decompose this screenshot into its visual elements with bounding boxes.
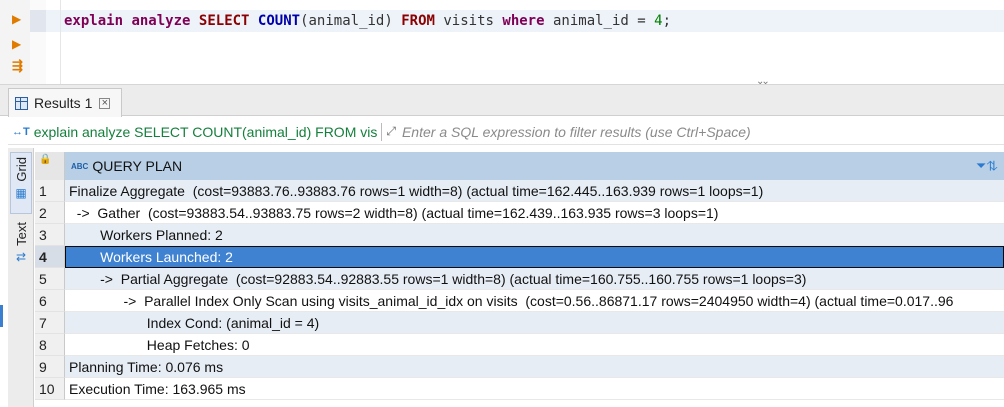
table-row[interactable]: 5 -> Partial Aggregate (cost=92883.54..9… — [35, 268, 1004, 290]
sql-source-icon: ↔T — [12, 125, 30, 138]
text-type-icon: ABC — [71, 161, 89, 171]
source-query-label[interactable]: explain analyze SELECT COUNT(animal_id) … — [34, 124, 378, 140]
tab-text-label: Text — [13, 222, 29, 246]
row-number[interactable]: 3 — [35, 224, 65, 246]
query-plan-cell[interactable]: Planning Time: 0.076 ms — [65, 356, 1004, 378]
expand-icon[interactable]: ⤢ — [386, 124, 396, 139]
row-number[interactable]: 8 — [35, 334, 65, 356]
row-number[interactable]: 1 — [35, 180, 65, 202]
execute-in-new-tab-icon[interactable]: ▶ — [12, 38, 21, 50]
table-icon — [15, 96, 28, 110]
sql-token: visits — [434, 13, 503, 29]
sql-token: SELECT — [198, 13, 250, 29]
editor-divider — [60, 0, 61, 84]
table-row[interactable]: 4 Workers Launched: 2 — [35, 246, 1004, 268]
table-row[interactable]: 8 Heap Fetches: 0 — [35, 334, 1004, 356]
sql-token: COUNT — [257, 13, 301, 29]
grid-header: 🔒 ABC QUERY PLAN ⏷⇅ — [35, 152, 1004, 180]
grid-corner[interactable]: 🔒 — [35, 152, 65, 180]
results-tab-bar: Results 1 × — [0, 84, 1004, 117]
query-plan-cell[interactable]: Index Cond: (animal_id = 4) — [65, 312, 1004, 334]
table-row[interactable]: 7 Index Cond: (animal_id = 4) — [35, 312, 1004, 334]
sql-token: 4 — [654, 13, 663, 29]
close-icon[interactable]: × — [99, 97, 111, 109]
query-plan-cell[interactable]: -> Partial Aggregate (cost=92883.54..928… — [65, 268, 1004, 290]
row-number[interactable]: 2 — [35, 202, 65, 224]
table-row[interactable]: 1 Finalize Aggregate (cost=93883.76..9388… — [35, 180, 1004, 202]
row-number[interactable]: 6 — [35, 290, 65, 312]
table-row[interactable]: 3 Workers Planned: 2 — [35, 224, 1004, 246]
sql-token: explain — [64, 13, 124, 29]
sql-token: (animal_id) — [300, 13, 402, 29]
table-row[interactable]: 9 Planning Time: 0.076 ms — [35, 356, 1004, 378]
sql-editor[interactable]: ▶ ▶ ⇶ explain analyze SELECT COUNT(anima… — [0, 0, 1004, 87]
query-plan-cell[interactable]: -> Gather (cost=93883.54..93883.75 rows=… — [65, 202, 1004, 224]
sql-token: ; — [662, 13, 671, 29]
table-row[interactable]: 2 -> Gather (cost=93883.54..93883.75 row… — [35, 202, 1004, 224]
row-number[interactable]: 9 — [35, 356, 65, 378]
text-icon: ⇄ — [15, 249, 27, 264]
grid-rows: 1 Finalize Aggregate (cost=93883.76..9388… — [35, 180, 1004, 400]
query-plan-cell[interactable]: Heap Fetches: 0 — [65, 334, 1004, 356]
query-plan-cell[interactable]: Finalize Aggregate (cost=93883.76..93883… — [65, 180, 1004, 202]
grid-icon: ▦ — [15, 185, 27, 200]
row-number[interactable]: 10 — [35, 378, 65, 400]
editor-toolbar-gutter: ▶ ▶ ⇶ — [0, 0, 30, 84]
sql-token: FROM — [401, 13, 435, 29]
current-line-marker — [30, 10, 46, 32]
table-row[interactable]: 10 Execution Time: 163.965 ms — [35, 378, 1004, 400]
tab-grid-label: Grid — [13, 157, 29, 182]
filter-bar: ↔T explain analyze SELECT COUNT(animal_i… — [8, 119, 1004, 145]
query-plan-cell[interactable]: Execution Time: 163.965 ms — [65, 378, 1004, 400]
sql-token: analyze — [131, 13, 191, 29]
tab-text[interactable]: Text ⇄ — [10, 218, 32, 274]
tab-label: Results 1 — [34, 95, 93, 111]
row-number[interactable]: 7 — [35, 312, 65, 334]
query-plan-cell[interactable]: Workers Launched: 2 — [65, 246, 1004, 268]
filter-input[interactable] — [401, 123, 962, 140]
column-filter-icon[interactable]: ⏷⇅ — [976, 158, 998, 174]
row-number[interactable]: 4 — [35, 246, 65, 268]
execute-statement-icon[interactable]: ▶ — [12, 13, 21, 25]
execute-script-icon[interactable]: ⇶ — [12, 59, 23, 72]
row-number[interactable]: 5 — [35, 268, 65, 290]
sql-token: where — [502, 13, 545, 29]
sql-query-text[interactable]: explain analyze SELECT COUNT(animal_id) … — [64, 12, 671, 30]
tab-results-1[interactable]: Results 1 × — [8, 88, 122, 117]
lock-icon: 🔒 — [39, 154, 52, 165]
sql-token: animal_id = — [544, 13, 655, 29]
tab-grid[interactable]: Grid ▦ — [10, 152, 32, 214]
column-header-query-plan[interactable]: ABC QUERY PLAN ⏷⇅ — [65, 152, 1004, 180]
result-grid[interactable]: 🔒 ABC QUERY PLAN ⏷⇅ 1 Finalize Aggregate … — [35, 152, 1004, 407]
panel-edge-marker — [0, 305, 3, 327]
view-mode-sidebar: Grid ▦ Text ⇄ — [8, 148, 34, 407]
query-plan-cell[interactable]: -> Parallel Index Only Scan using visits… — [65, 290, 1004, 312]
table-row[interactable]: 6 -> Parallel Index Only Scan using visi… — [35, 290, 1004, 312]
column-header-label: QUERY PLAN — [92, 158, 183, 174]
divider — [381, 122, 383, 141]
query-plan-cell[interactable]: Workers Planned: 2 — [65, 224, 1004, 246]
